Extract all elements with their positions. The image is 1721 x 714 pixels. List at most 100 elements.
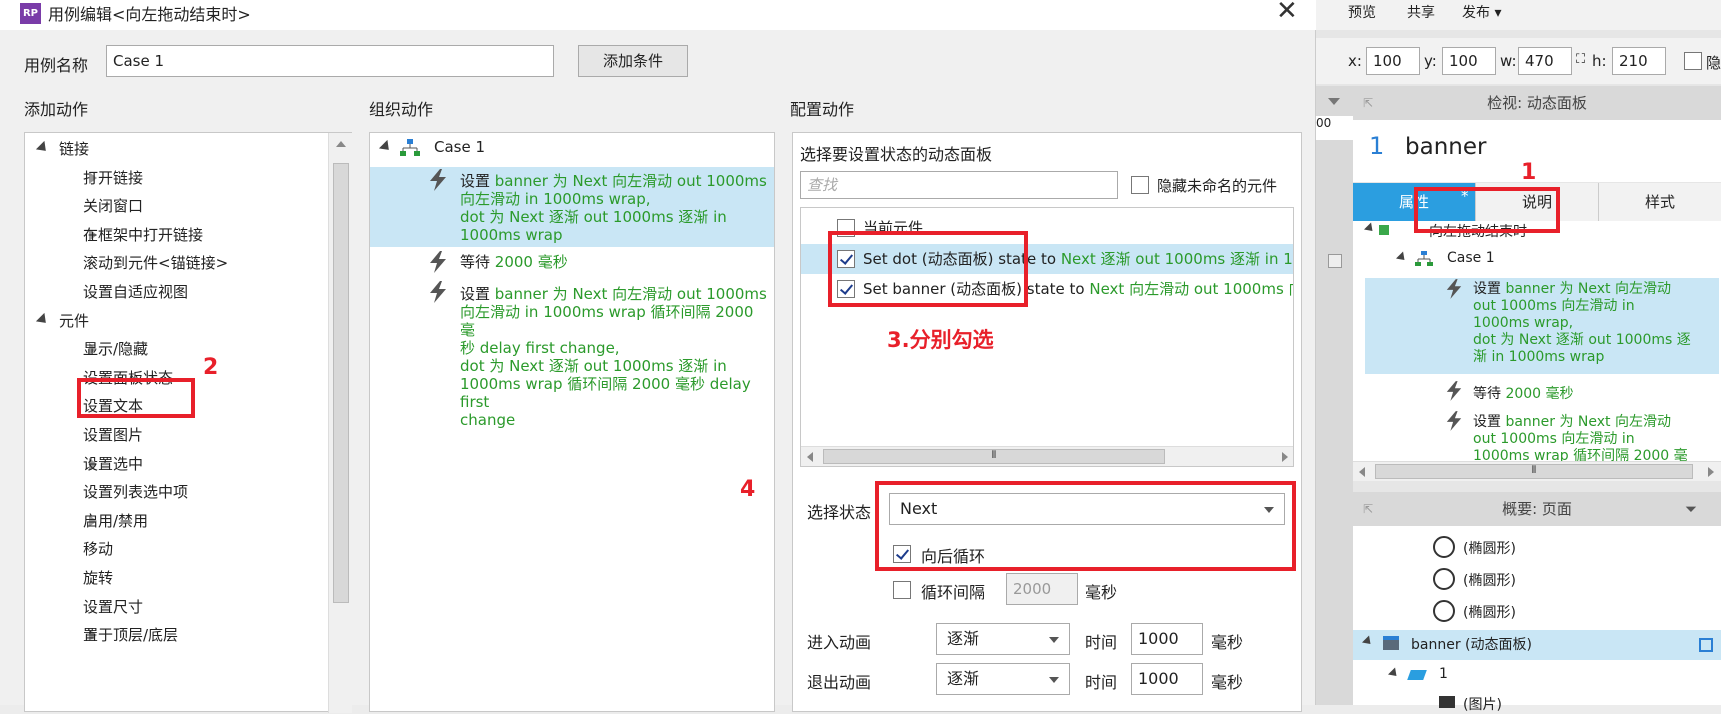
select-state-label: 选择状态 <box>807 503 872 522</box>
x-input[interactable]: 100 <box>1366 47 1420 75</box>
add-action-item[interactable]: 设置尺寸 <box>25 593 325 621</box>
outline-item-ellipse-2[interactable]: (椭圆形) <box>1463 570 1516 590</box>
w-input[interactable]: 470 <box>1518 47 1572 75</box>
add-condition-button[interactable]: 添加条件 <box>578 45 688 77</box>
add-action-item[interactable]: 在框架中打开链接 <box>25 221 325 249</box>
interval-input[interactable]: 2000 <box>1006 573 1078 605</box>
add-action-item[interactable]: 滚动到元件<锚链接> <box>25 249 325 277</box>
highlight-box-2 <box>77 378 195 418</box>
action-2-verb: 等待 <box>460 253 491 271</box>
right-action-1-verb: 设置 <box>1473 281 1501 297</box>
enter-time-label: 时间 <box>1085 633 1118 652</box>
add-action-item[interactable]: 旋转 <box>25 564 325 592</box>
highlight-box-3 <box>828 231 1028 307</box>
outline-item-ellipse-1[interactable]: (椭圆形) <box>1463 538 1516 558</box>
outline-item-ellipse-3[interactable]: (椭圆形) <box>1463 602 1516 622</box>
add-action-item[interactable]: 置于顶层/底层 <box>25 621 325 649</box>
panel-list-hscrollbar[interactable]: ⦀ <box>801 446 1293 466</box>
enter-anim-dropdown[interactable]: 逐渐 <box>936 623 1070 655</box>
highlight-box-4 <box>875 481 1296 571</box>
event-expand-icon[interactable] <box>1363 222 1377 235</box>
action-1-text[interactable]: 设置 banner 为 Next 向左滑动 out 1000ms 向左滑动 in… <box>1473 281 1691 366</box>
action-1-line-4: 1000ms wrap <box>460 226 563 244</box>
collapse-icon[interactable] <box>1328 98 1340 105</box>
outline-item-banner[interactable]: banner (动态面板) <box>1411 634 1532 654</box>
add-actions-scrollbar[interactable] <box>328 133 352 713</box>
action-1-text[interactable]: 设置 banner 为 Next 向左滑动 out 1000ms 向左滑动 in… <box>460 172 772 244</box>
hscroll-thumb[interactable]: ⦀ <box>823 449 1165 464</box>
action-3-line-4: dot 为 Next 逐渐 out 1000ms 逐渐 in <box>460 357 727 375</box>
interactions-hscrollbar[interactable]: ⦀ <box>1353 461 1721 481</box>
action-3-text[interactable]: 设置 banner 为 Next 向左滑动 out 1000ms 向左滑动 in… <box>460 285 772 429</box>
interval-checkbox[interactable] <box>893 581 911 599</box>
visibility-icon[interactable] <box>1699 638 1713 652</box>
pin-icon[interactable]: ⇱ <box>1363 86 1373 120</box>
axure-rp-logo-icon: RP <box>20 3 41 24</box>
right-pane: 预览 共享 发布 ▾ x: 100 y: 100 w: 470 ⛶ h: 210… <box>1316 0 1721 713</box>
action-bolt-icon <box>1446 279 1462 299</box>
case-name-input[interactable]: Case 1 <box>106 45 554 77</box>
vscroll-thumb[interactable] <box>1328 254 1342 268</box>
share-button[interactable]: 共享 <box>1407 2 1435 22</box>
state-expand-icon[interactable] <box>1387 667 1401 680</box>
add-action-item[interactable]: 设置选中 <box>25 450 325 478</box>
add-action-item[interactable]: 设置图片 <box>25 421 325 449</box>
scroll-thumb[interactable] <box>333 163 349 603</box>
hide-unnamed-checkbox[interactable] <box>1131 176 1149 194</box>
action-2-text[interactable]: 等待 2000 毫秒 <box>1473 383 1574 403</box>
exit-time-input[interactable]: 1000 <box>1131 663 1203 695</box>
tab-style[interactable]: 样式 <box>1598 183 1721 221</box>
y-input[interactable]: 100 <box>1442 47 1496 75</box>
add-action-item[interactable]: 元件 <box>25 307 325 335</box>
pin-icon[interactable]: ⇱ <box>1363 492 1373 526</box>
case-expand-icon[interactable] <box>1395 251 1409 264</box>
add-action-item[interactable]: 打开链接 <box>25 164 325 192</box>
outline-title: 概要: 页面 <box>1502 500 1572 518</box>
add-action-label: 滚动到元件<锚链接> <box>83 254 229 273</box>
add-action-item[interactable]: 显示/隐藏 <box>25 335 325 363</box>
preview-button[interactable]: 预览 <box>1348 2 1376 22</box>
case-label[interactable]: Case 1 <box>1447 250 1495 266</box>
organize-actions-panel: Case 1 设置 banner 为 Next 向左滑动 out 1000ms … <box>369 132 775 712</box>
publish-button[interactable]: 发布 ▾ <box>1462 2 1501 22</box>
lock-ratio-icon[interactable]: ⛶ <box>1576 52 1585 67</box>
outline-item-state-1[interactable]: 1 <box>1439 666 1448 682</box>
expand-icon[interactable] <box>378 139 394 155</box>
state-number: 1 <box>1369 132 1385 160</box>
add-action-item[interactable]: 设置自适应视图 <box>25 278 325 306</box>
add-action-item[interactable]: 设置列表选中项 <box>25 478 325 506</box>
dot-panel-row-state: Next 逐渐 out 1000ms 逐渐 in 1000 <box>1060 250 1293 268</box>
widget-name[interactable]: banner <box>1405 134 1486 160</box>
exit-anim-dropdown[interactable]: 逐渐 <box>936 663 1070 695</box>
close-icon[interactable]: ✕ <box>1276 0 1298 26</box>
add-action-item[interactable]: 移动 <box>25 535 325 563</box>
case-icon <box>1415 251 1433 266</box>
interactions-tree: 向左拖动结束时 Case 1 设置 banner 为 Next 向左滑动 out… <box>1353 221 1721 461</box>
hscroll-thumb[interactable]: ⦀ <box>1375 464 1693 479</box>
add-action-item[interactable]: 链接 <box>25 135 325 163</box>
scroll-right-icon[interactable] <box>1708 467 1714 477</box>
scroll-up-icon[interactable] <box>336 141 346 147</box>
enter-time-input[interactable]: 1000 <box>1131 623 1203 655</box>
scroll-left-icon[interactable] <box>1359 467 1365 477</box>
case-name-label: 用例名称 <box>24 56 89 75</box>
add-action-label: 显示/隐藏 <box>83 340 149 359</box>
hide-checkbox[interactable] <box>1684 52 1702 70</box>
filter-icon[interactable]: ⏷ <box>1685 492 1697 526</box>
case-icon <box>400 139 420 156</box>
add-action-item[interactable]: 关闭窗口 <box>25 192 325 220</box>
search-input[interactable]: 查找 <box>800 171 1118 199</box>
scroll-right-icon[interactable] <box>1282 452 1288 462</box>
canvas-edge: 00 <box>1316 86 1353 705</box>
add-action-label: 元件 <box>59 311 90 330</box>
add-action-item[interactable]: 启用/禁用 <box>25 507 325 535</box>
action-1-line-3: dot 为 Next 逐渐 out 1000ms 逐渐 in <box>460 208 727 226</box>
expand-icon[interactable] <box>35 140 51 156</box>
scroll-left-icon[interactable] <box>807 452 813 462</box>
action-bolt-icon <box>1446 411 1462 431</box>
action-2-text[interactable]: 等待 2000 毫秒 <box>460 253 568 271</box>
h-input[interactable]: 210 <box>1612 47 1666 75</box>
expand-icon[interactable] <box>35 312 51 327</box>
action-3-text[interactable]: 设置 banner 为 Next 向左滑动 out 1000ms 向左滑动 in… <box>1473 414 1688 461</box>
outline-item-image[interactable]: (图片) <box>1463 694 1502 714</box>
